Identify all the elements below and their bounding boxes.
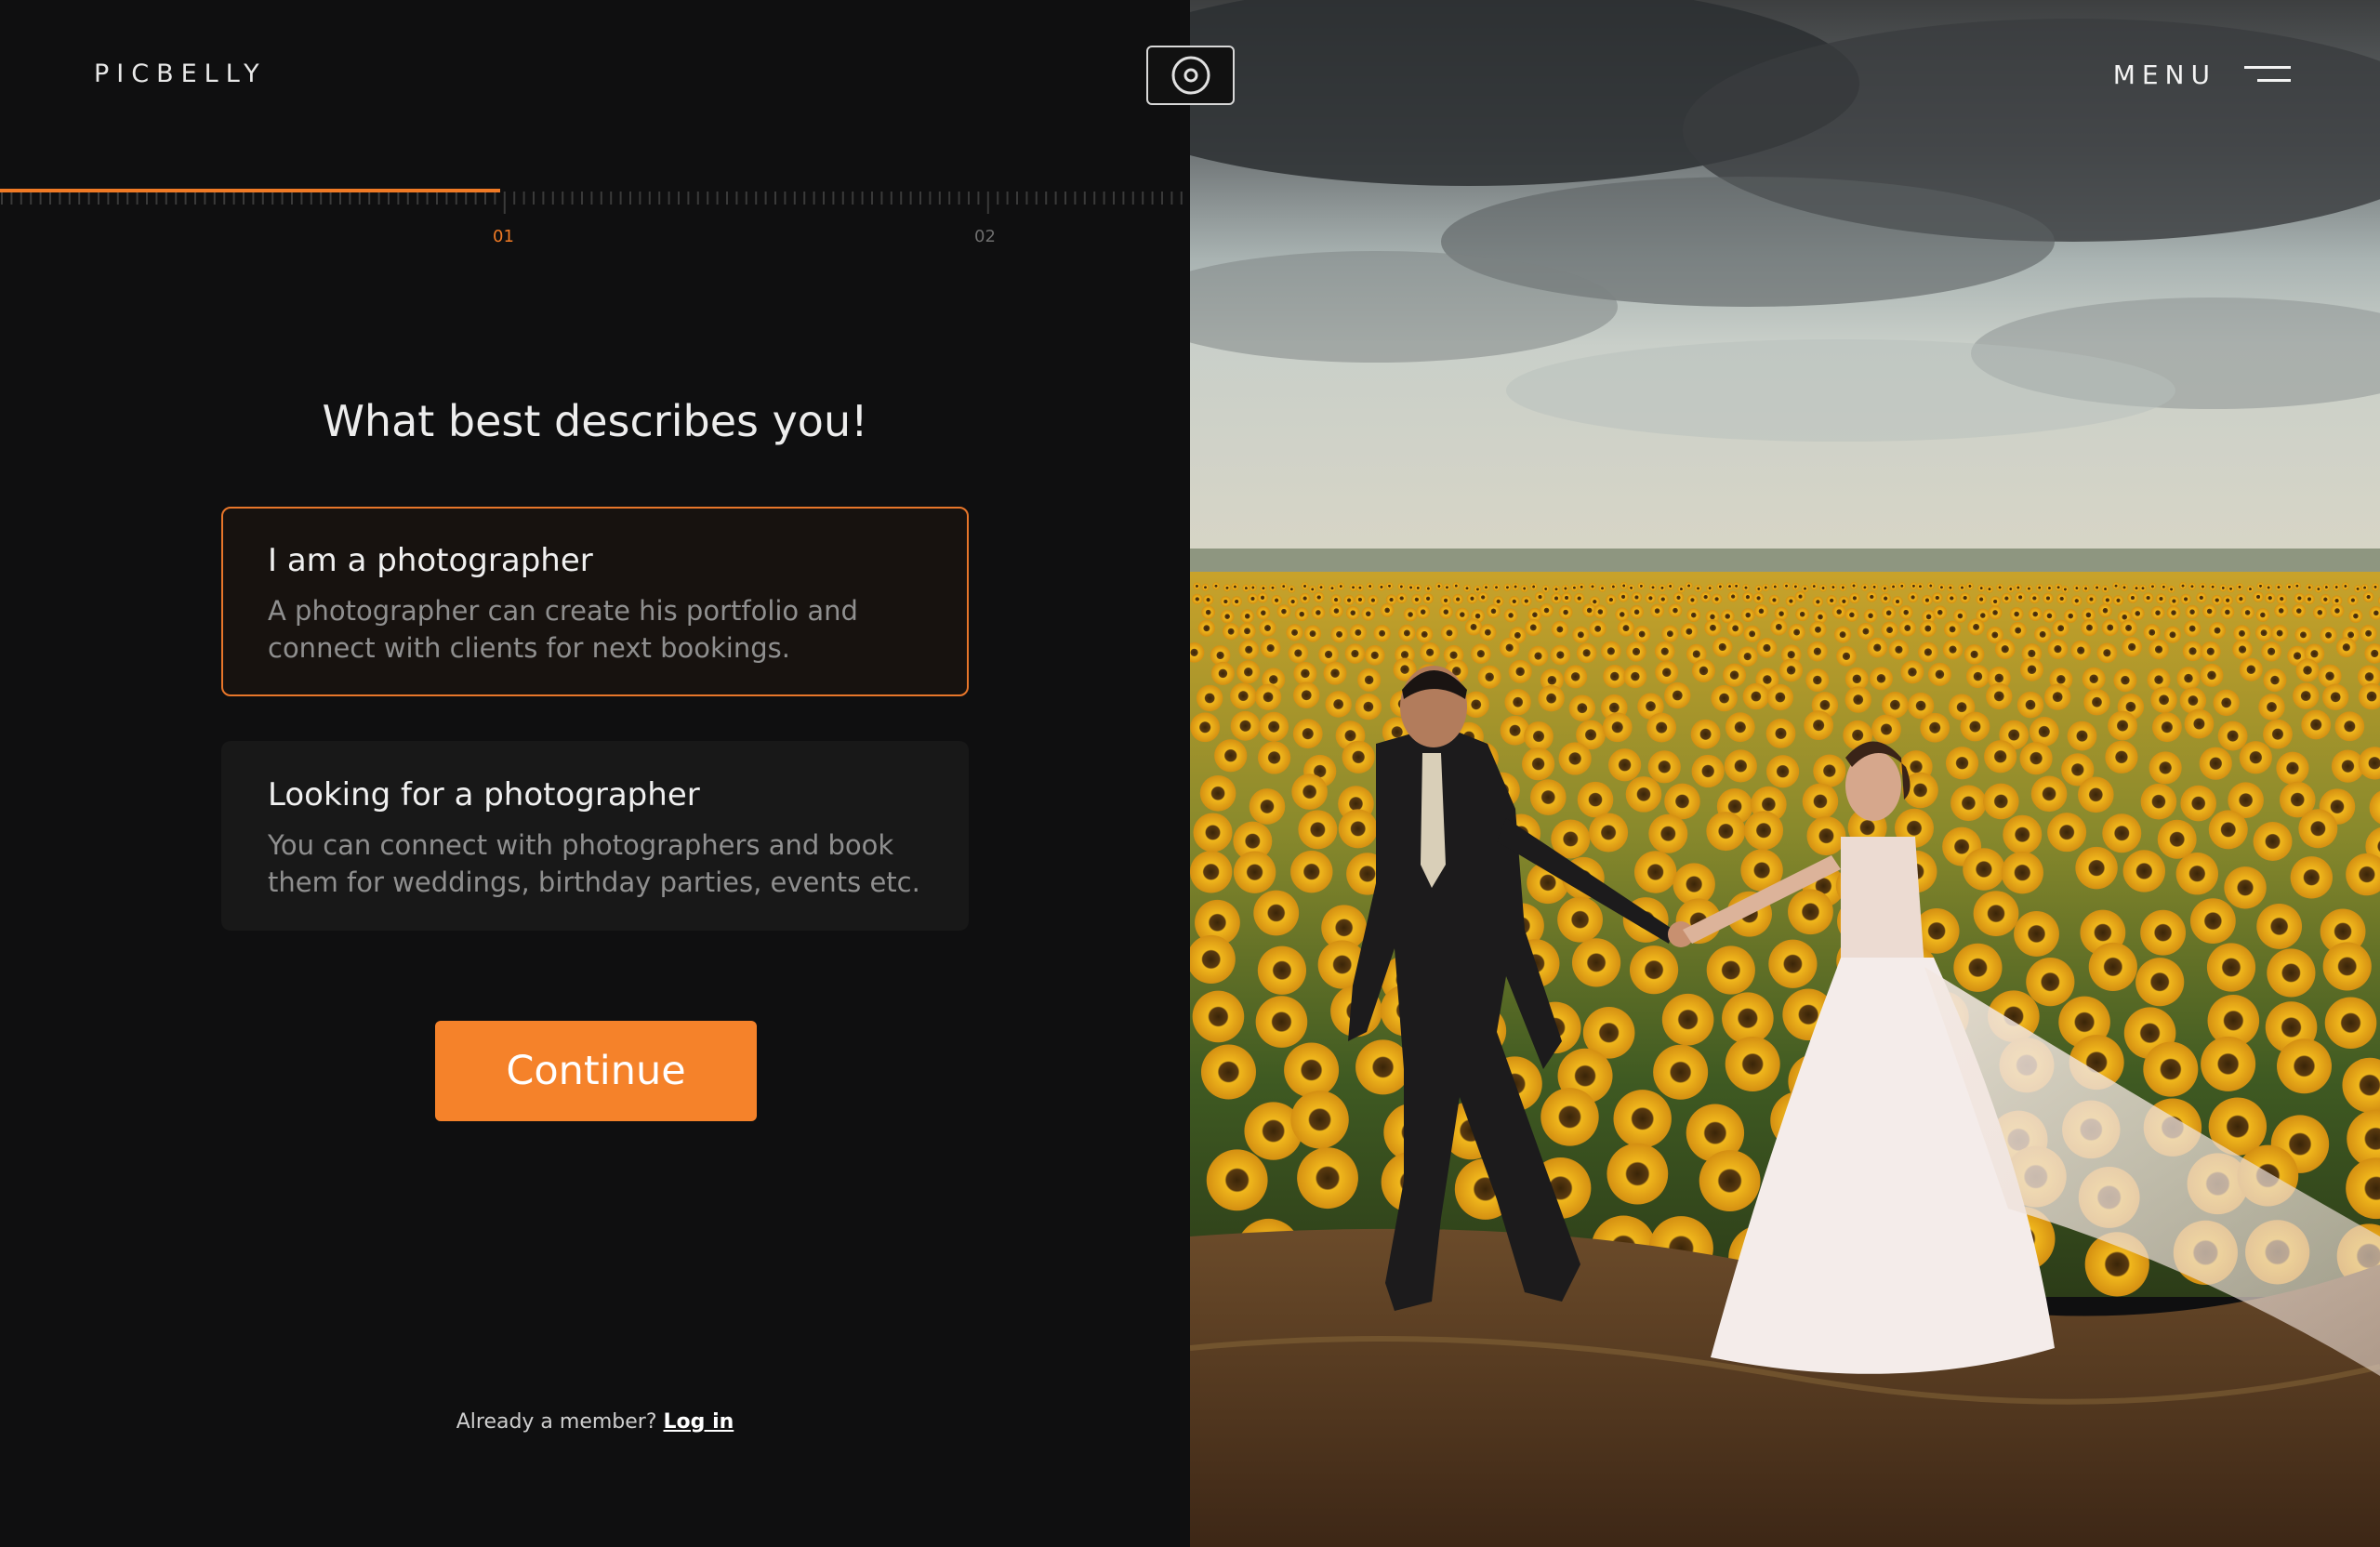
login-prompt: Already a member? Log in [0, 1410, 1190, 1434]
hero-photo: MENU [1190, 0, 2380, 1547]
option-title: I am a photographer [268, 542, 593, 579]
page-title: What best describes you! [322, 396, 868, 446]
step-label-2: 02 [974, 227, 996, 246]
option-description: A photographer can create his portfolio … [268, 595, 858, 664]
step-label-1: 01 [493, 227, 514, 246]
progress-bar-fill [0, 189, 500, 192]
menu-button[interactable]: MENU [2113, 60, 2291, 90]
login-link[interactable]: Log in [664, 1410, 734, 1434]
option-looking-for-photographer[interactable]: Looking for a photographer You can conne… [221, 741, 969, 931]
wedding-couple-sunflower-field-image [1190, 0, 2380, 1547]
member-text: Already a member? [456, 1410, 657, 1434]
option-description: You can connect with photographers and b… [268, 829, 920, 898]
option-photographer[interactable]: I am a photographer A photographer can c… [221, 507, 969, 696]
onboarding-panel: PICBELLY 01 02 What best describes you! … [0, 0, 1190, 1547]
hamburger-icon [2244, 65, 2291, 82]
camera-icon [1171, 56, 1210, 95]
camera-button[interactable] [1146, 46, 1235, 105]
continue-button[interactable]: Continue [435, 1021, 757, 1121]
brand-logo[interactable]: PICBELLY [94, 60, 267, 88]
option-title: Looking for a photographer [268, 776, 700, 813]
menu-label: MENU [2112, 60, 2216, 90]
